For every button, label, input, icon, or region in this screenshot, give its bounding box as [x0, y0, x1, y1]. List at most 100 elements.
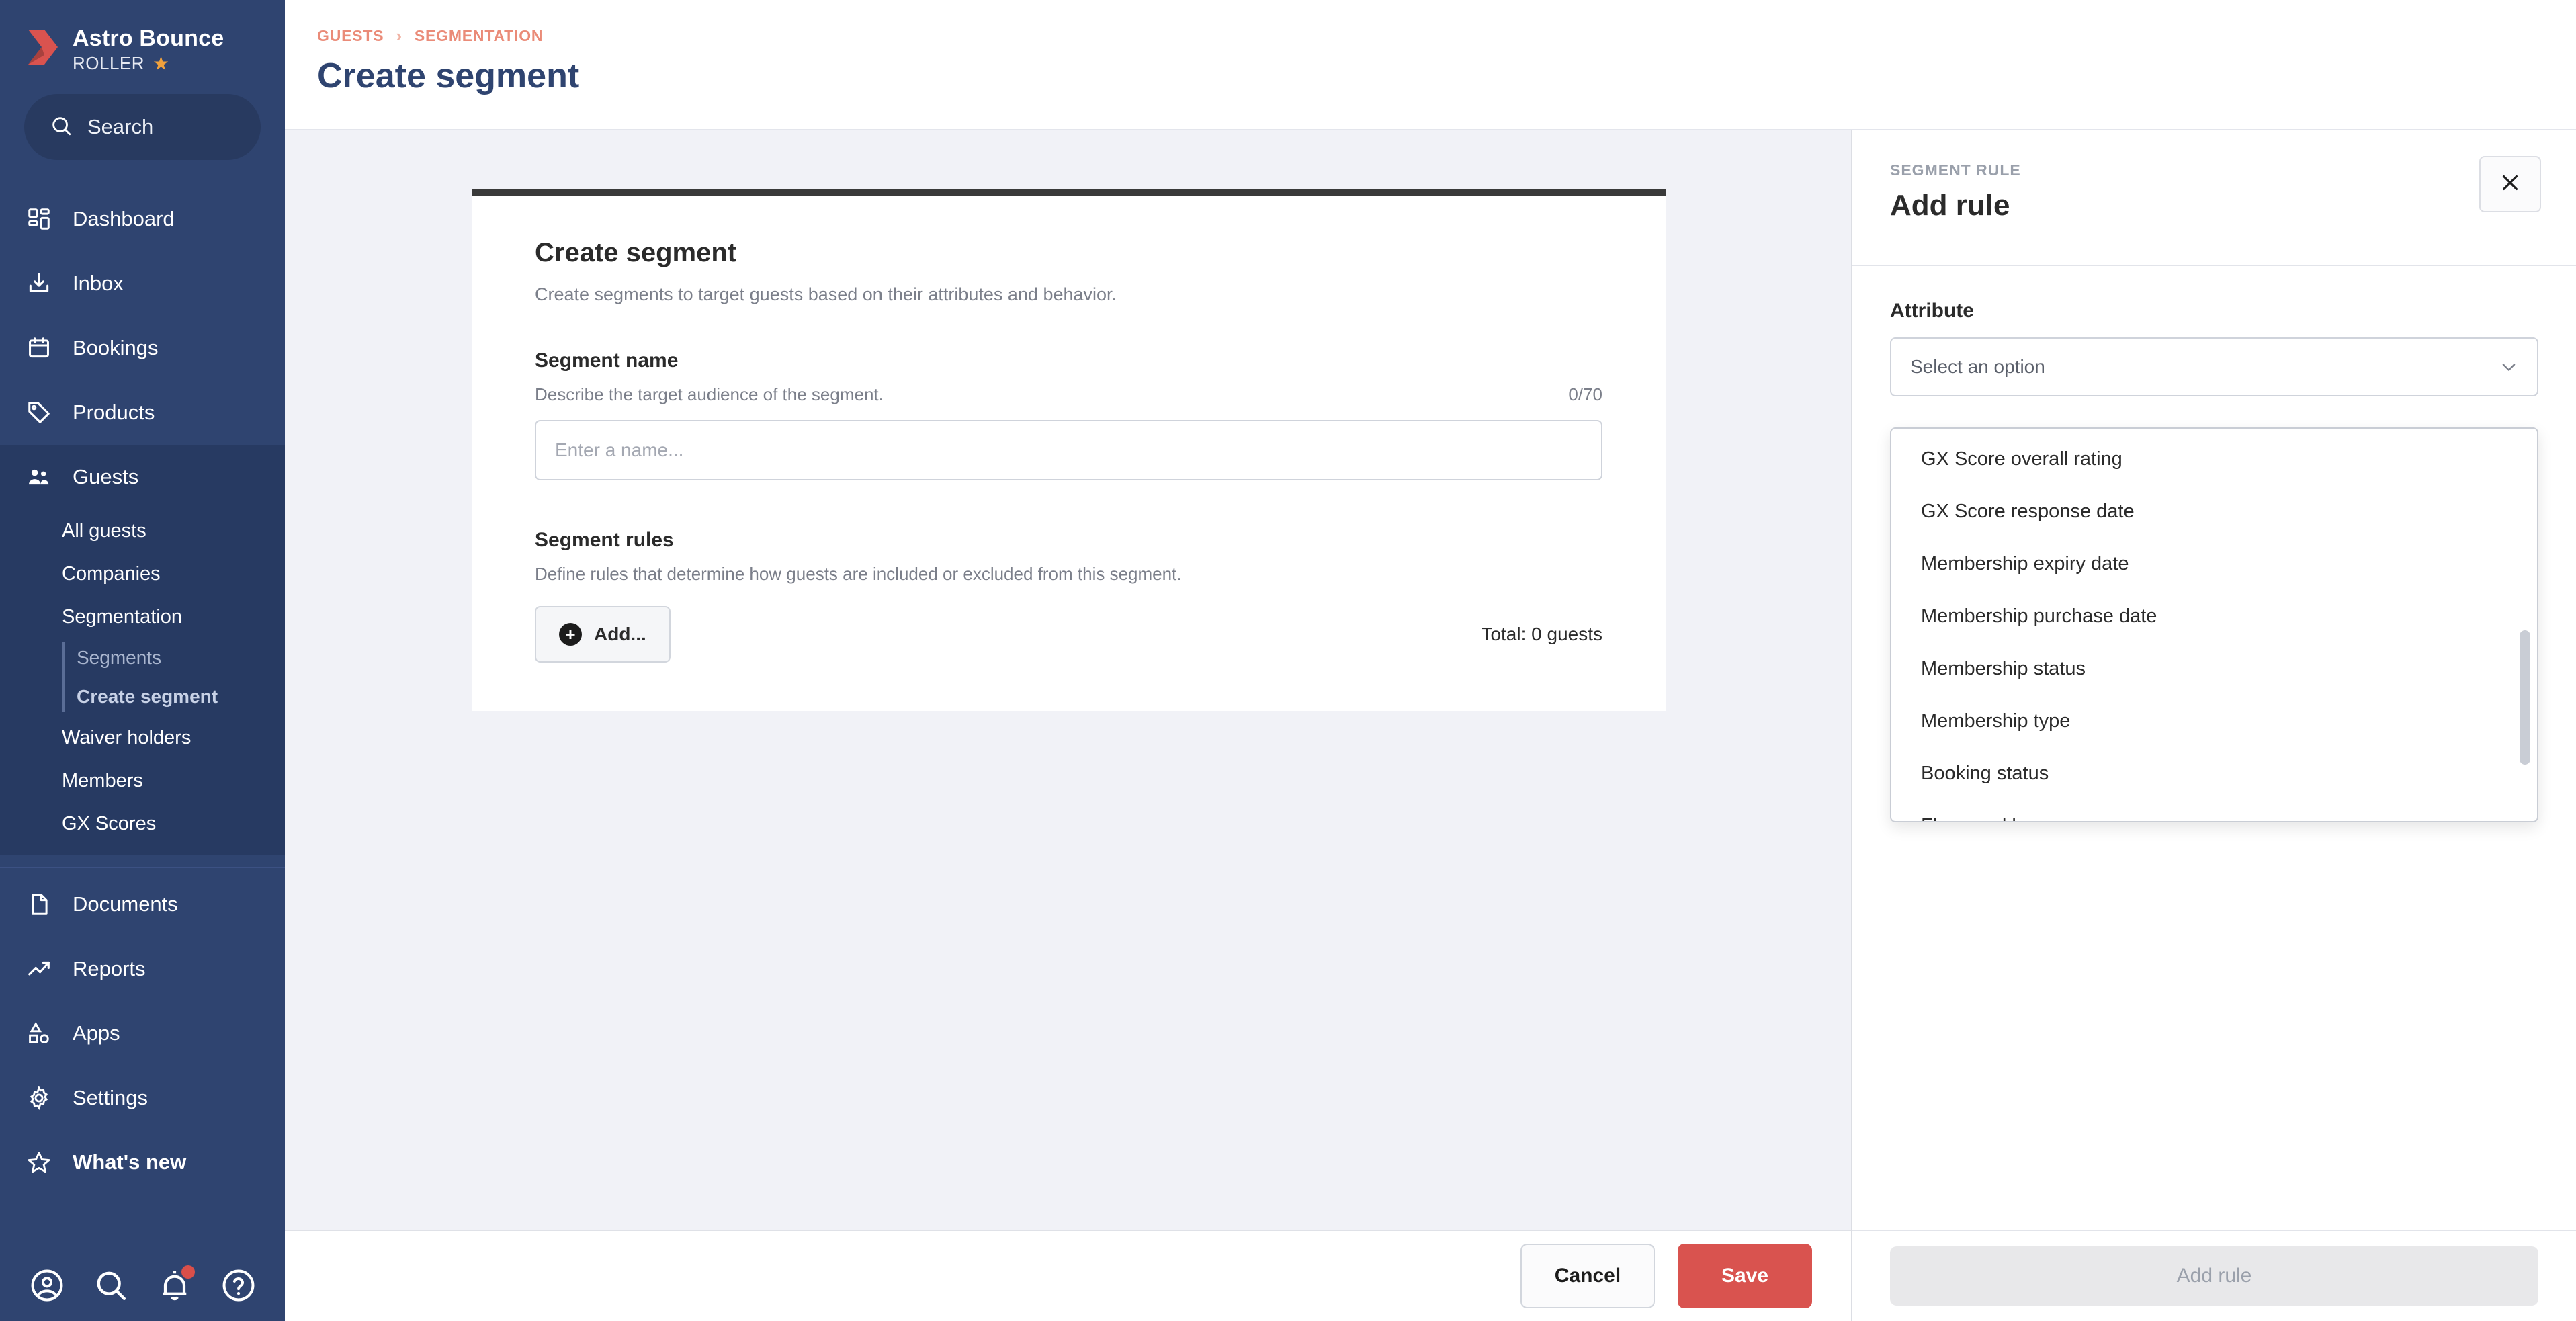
subnav-label: All guests [62, 519, 146, 542]
subnav-label: Segmentation [62, 605, 182, 628]
close-button[interactable] [2479, 156, 2541, 212]
breadcrumb-item-segmentation[interactable]: SEGMENTATION [415, 27, 543, 45]
subnav-label: Waiver holders [62, 726, 191, 749]
segment-name-input[interactable] [535, 420, 1602, 480]
dropdown-option[interactable]: Booking status [1891, 747, 2537, 800]
sidebar-item-products[interactable]: Products [0, 380, 285, 445]
save-button[interactable]: Save [1678, 1244, 1812, 1308]
dropdown-scrollbar[interactable] [2520, 630, 2530, 765]
sidebar-item-documents[interactable]: Documents [0, 872, 285, 937]
search-icon[interactable] [92, 1267, 130, 1304]
attribute-select-value: Select an option [1910, 356, 2045, 377]
brand-name: Astro Bounce [73, 26, 224, 51]
dropdown-option[interactable]: Flags and bans [1891, 800, 2537, 822]
add-rule-button[interactable]: Add rule [1890, 1246, 2538, 1306]
primary-nav: Dashboard Inbox Bookings Products Guests… [0, 187, 285, 1195]
sidebar-item-guests[interactable]: Guests [0, 445, 285, 509]
sidebar-item-label: Reports [73, 957, 146, 980]
sidebar-item-reports[interactable]: Reports [0, 937, 285, 1001]
sidebar: Astro Bounce ROLLER ★ Search Dashboard I… [0, 0, 285, 1321]
star-outline-icon [26, 1149, 52, 1176]
attribute-options-dropdown[interactable]: GX Score overall rating GX Score respons… [1890, 427, 2538, 822]
brand[interactable]: Astro Bounce ROLLER ★ [0, 0, 285, 74]
sidebar-item-label: Products [73, 400, 155, 424]
subnav-child-label: Segments [77, 647, 162, 668]
create-segment-card: Create segment Create segments to target… [472, 189, 1666, 711]
sidebar-item-segments[interactable]: Segments [77, 638, 285, 677]
breadcrumb: GUESTS › SEGMENTATION [317, 26, 2576, 46]
nav-divider [0, 867, 285, 868]
chevron-down-icon [2499, 357, 2518, 376]
guests-subnav: All guests Companies Segmentation Segmen… [0, 509, 285, 855]
guests-icon [26, 464, 52, 491]
sidebar-item-inbox[interactable]: Inbox [0, 251, 285, 316]
segment-name-help: Describe the target audience of the segm… [535, 384, 884, 404]
topbar: GUESTS › SEGMENTATION Create segment [285, 0, 2576, 129]
drawer-title: Add rule [1890, 189, 2010, 222]
search-icon [50, 114, 73, 140]
roller-logo-icon [26, 28, 60, 66]
close-icon [2497, 170, 2523, 199]
account-icon[interactable] [28, 1267, 66, 1304]
sidebar-item-apps[interactable]: Apps [0, 1001, 285, 1066]
dropdown-option[interactable]: GX Score overall rating [1891, 433, 2537, 485]
subnav-label: GX Scores [62, 812, 157, 835]
star-icon: ★ [153, 52, 170, 74]
content-footer: Cancel Save [285, 1230, 1851, 1321]
breadcrumb-item-guests[interactable]: GUESTS [317, 27, 384, 45]
sidebar-item-label: Documents [73, 892, 178, 916]
sidebar-item-waiver-holders[interactable]: Waiver holders [0, 716, 285, 759]
stage: GUESTS › SEGMENTATION Create segment Cre… [285, 0, 2576, 1321]
attribute-label: Attribute [1890, 300, 1974, 322]
sidebar-item-all-guests[interactable]: All guests [0, 509, 285, 552]
chart-line-icon [26, 955, 52, 982]
drawer-header: SEGMENT RULE Add rule [1852, 130, 2576, 265]
dropdown-option[interactable]: Membership purchase date [1891, 590, 2537, 642]
apps-icon [26, 1020, 52, 1047]
chevron-right-icon: › [396, 26, 402, 46]
app-root: Astro Bounce ROLLER ★ Search Dashboard I… [0, 0, 2576, 1321]
sidebar-item-label: Dashboard [73, 207, 175, 230]
content-scroll: Create segment Create segments to target… [285, 130, 1851, 1230]
bell-icon[interactable] [156, 1265, 195, 1304]
brand-subtitle: ROLLER [73, 53, 145, 73]
segmentation-children: Segments Create segment [62, 638, 285, 716]
total-guests-text: Total: 0 guests [1481, 624, 1602, 644]
sidebar-item-gx-scores[interactable]: GX Scores [0, 802, 285, 845]
dropdown-option[interactable]: Membership status [1891, 642, 2537, 695]
sidebar-item-dashboard[interactable]: Dashboard [0, 187, 285, 251]
body-area: Create segment Create segments to target… [285, 129, 2576, 1321]
sidebar-item-whats-new[interactable]: What's new [0, 1130, 285, 1195]
page-title: Create segment [317, 56, 580, 95]
dropdown-option[interactable]: Membership expiry date [1891, 538, 2537, 590]
sidebar-item-label: What's new [73, 1150, 187, 1174]
help-icon[interactable] [220, 1267, 257, 1304]
card-subtitle: Create segments to target guests based o… [535, 284, 1117, 304]
attribute-select[interactable]: Select an option [1890, 337, 2538, 396]
sidebar-item-settings[interactable]: Settings [0, 1066, 285, 1130]
subnav-child-label: Create segment [77, 686, 218, 707]
sidebar-bottom-bar [0, 1250, 285, 1321]
sidebar-item-members[interactable]: Members [0, 759, 285, 802]
add-rule-trigger-button[interactable]: + Add... [535, 606, 671, 663]
sidebar-item-segmentation[interactable]: Segmentation [0, 595, 285, 638]
segment-rules-label: Segment rules [535, 529, 674, 551]
sidebar-item-create-segment[interactable]: Create segment [77, 677, 285, 716]
segment-name-label: Segment name [535, 349, 679, 372]
add-rule-drawer: SEGMENT RULE Add rule Attribute Select a… [1851, 130, 2576, 1321]
dropdown-option[interactable]: Membership type [1891, 695, 2537, 747]
segment-name-field: Segment name Describe the target audienc… [535, 349, 1602, 480]
segment-name-char-count: 0/70 [1568, 384, 1602, 404]
search-input[interactable]: Search [24, 94, 261, 160]
segment-rules-section: Segment rules Define rules that determin… [535, 529, 1602, 663]
dashboard-icon [26, 206, 52, 232]
cancel-button[interactable]: Cancel [1520, 1244, 1655, 1308]
sidebar-item-companies[interactable]: Companies [0, 552, 285, 595]
drawer-body: Attribute Select an option GX Score over… [1852, 266, 2576, 1230]
notification-badge [181, 1265, 195, 1279]
calendar-icon [26, 335, 52, 361]
sidebar-item-bookings[interactable]: Bookings [0, 316, 285, 380]
dropdown-option[interactable]: GX Score response date [1891, 485, 2537, 538]
gear-icon [26, 1084, 52, 1111]
sidebar-item-label: Inbox [73, 271, 124, 295]
